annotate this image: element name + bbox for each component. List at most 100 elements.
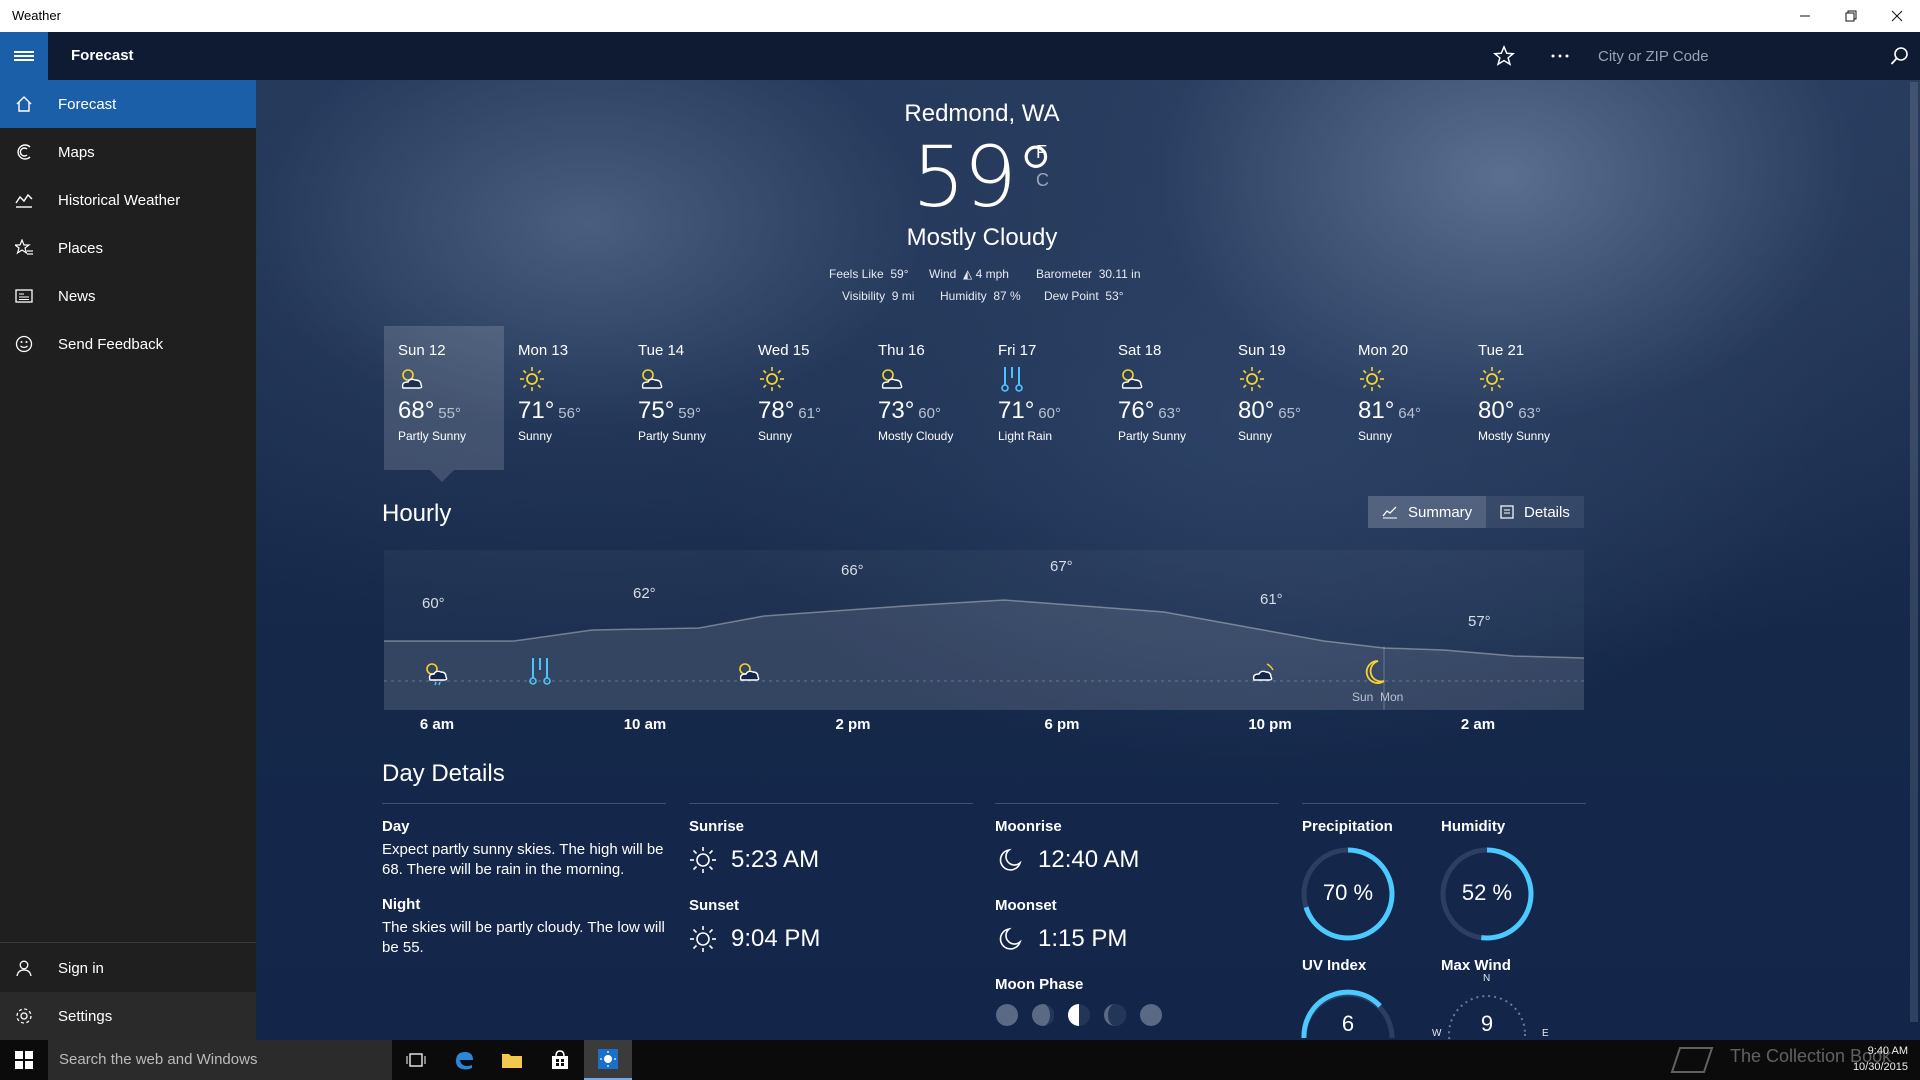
day-condition: Sunny — [1358, 429, 1393, 443]
details-button[interactable]: Details — [1486, 496, 1584, 528]
day-low: 55° — [438, 405, 461, 422]
details-divider — [995, 803, 1279, 804]
day-high: 80° — [1478, 397, 1515, 424]
sidebar-item-label: Historical Weather — [58, 191, 181, 209]
moon-phase-label: Moon Phase — [995, 976, 1084, 993]
sidebar-item-send-feedback[interactable]: Send Feedback — [0, 320, 256, 368]
partly-sunny-icon — [398, 365, 426, 393]
day-forecast-tile[interactable]: Tue 21 80° 63° Mostly Sunny — [1464, 326, 1584, 470]
minimize-button[interactable] — [1782, 0, 1828, 32]
day-forecast-tile[interactable]: Fri 17 71° 60° Light Rain — [984, 326, 1104, 470]
watermark-logo-icon — [1668, 1044, 1718, 1080]
time-tick: 2 am — [1460, 716, 1496, 733]
rain-icon — [529, 658, 551, 685]
edge-browser-button[interactable] — [440, 1040, 488, 1080]
day-name: Sun 19 — [1238, 342, 1286, 359]
day-low: 64° — [1398, 405, 1421, 422]
weather-app-button[interactable] — [584, 1040, 632, 1080]
details-divider — [689, 803, 973, 804]
restore-button[interactable] — [1828, 0, 1874, 32]
details-divider — [382, 803, 666, 804]
humidity-value: 52 % — [1461, 880, 1513, 905]
sidebar-item-sign-in[interactable]: Sign in — [0, 944, 256, 992]
sun-icon — [518, 365, 546, 393]
partly-sunny-icon — [878, 365, 906, 393]
scrollbar[interactable] — [1910, 82, 1918, 1022]
star-list-icon — [0, 224, 48, 272]
moonrise-time: 12:40 AM — [1038, 846, 1140, 873]
favorite-button[interactable] — [1480, 32, 1528, 80]
unit-fahrenheit-toggle[interactable]: F — [1036, 142, 1047, 163]
day-low: 61° — [798, 405, 821, 422]
day-high: 71° — [518, 397, 555, 424]
details-list-icon — [1500, 505, 1514, 519]
compass-east: E — [1542, 1028, 1549, 1039]
sidebar-item-historical-weather[interactable]: Historical Weather — [0, 176, 256, 224]
day-high: 71° — [998, 397, 1035, 424]
file-explorer-button[interactable] — [488, 1040, 536, 1080]
day-condition: Light Rain — [998, 429, 1053, 443]
sidebar-item-news[interactable]: News — [0, 272, 256, 320]
unit-celsius-toggle[interactable]: C — [1036, 170, 1049, 191]
sunrise-time: 5:23 AM — [731, 846, 820, 873]
day-name: Mon 13 — [518, 342, 569, 359]
edge-icon — [456, 1052, 473, 1070]
chart-temp-label: 60° — [422, 595, 445, 612]
sidebar-item-settings[interactable]: Settings — [0, 992, 256, 1040]
moonset-label: Moonset — [995, 897, 1057, 914]
search-button[interactable] — [1886, 42, 1914, 70]
day-low: 63° — [1518, 405, 1541, 422]
chart-temp-label: 66° — [841, 562, 864, 579]
hamburger-menu-button[interactable] — [0, 32, 48, 80]
summary-button[interactable]: Summary — [1368, 496, 1487, 528]
rain-icon — [998, 365, 1026, 393]
uv-index-label: UV Index — [1302, 957, 1367, 974]
task-view-icon — [406, 1053, 426, 1067]
day-high: 80° — [1238, 397, 1275, 424]
moon-icon — [1365, 660, 1385, 684]
new-moon-icon — [996, 1004, 1018, 1026]
sun-icon — [1238, 365, 1266, 393]
moon-phase-strip — [996, 1004, 1162, 1026]
time-tick: 10 am — [623, 716, 667, 733]
gear-icon — [0, 992, 48, 1040]
day-forecast-tile[interactable]: Sat 18 76° 63° Partly Sunny — [1104, 326, 1224, 470]
chart-temp-label: 62° — [633, 585, 656, 602]
window-title: Weather — [12, 8, 61, 23]
close-button[interactable] — [1874, 0, 1920, 32]
sidebar-item-places[interactable]: Places — [0, 224, 256, 272]
taskbar-search-box[interactable]: Search the web and Windows — [48, 1040, 392, 1080]
feels-like-stat: Feels Like 59° — [829, 267, 909, 281]
task-view-button[interactable] — [392, 1040, 440, 1080]
day-forecast-tile[interactable]: Thu 16 73° 60° Mostly Cloudy — [864, 326, 984, 470]
restore-icon — [1845, 10, 1857, 22]
day-forecast-tile[interactable]: Mon 13 71° 56° Sunny — [504, 326, 624, 470]
day-low: 59° — [678, 405, 701, 422]
folder-icon — [502, 1054, 522, 1068]
day-forecast-tile[interactable]: Mon 20 81° 64° Sunny — [1344, 326, 1464, 470]
home-icon — [0, 80, 48, 128]
time-tick: 6 pm — [1044, 716, 1080, 733]
sidebar-item-forecast[interactable]: Forecast — [0, 80, 256, 128]
day-name: Thu 16 — [878, 342, 925, 359]
city-search-input[interactable] — [1584, 38, 1920, 74]
sunset-label: Sunset — [689, 897, 740, 914]
day-high: 81° — [1358, 397, 1395, 424]
day-forecast-tile[interactable]: Sun 12 68° 55° Partly Sunny — [384, 326, 504, 470]
start-button[interactable] — [0, 1040, 48, 1080]
day-forecast-tile[interactable]: Wed 15 78° 61° Sunny — [744, 326, 864, 470]
day-forecast-tile[interactable]: Sun 19 80° 65° Sunny — [1224, 326, 1344, 470]
day-name: Mon 20 — [1358, 342, 1409, 359]
store-button[interactable] — [536, 1040, 584, 1080]
sidebar-item-maps[interactable]: Maps — [0, 128, 256, 176]
sidebar-item-label: Settings — [58, 1007, 113, 1025]
more-options-button[interactable] — [1536, 32, 1584, 80]
partly-cloudy-night-icon — [1252, 663, 1274, 681]
person-icon — [0, 944, 48, 992]
watermark-text: The Collection Book — [1730, 1046, 1892, 1066]
humidity-label: Humidity — [1441, 818, 1506, 835]
moon-icon — [999, 927, 1022, 950]
chart-temp-label: 67° — [1050, 558, 1073, 575]
sidebar-item-label: News — [58, 287, 96, 305]
day-forecast-tile[interactable]: Tue 14 75° 59° Partly Sunny — [624, 326, 744, 470]
